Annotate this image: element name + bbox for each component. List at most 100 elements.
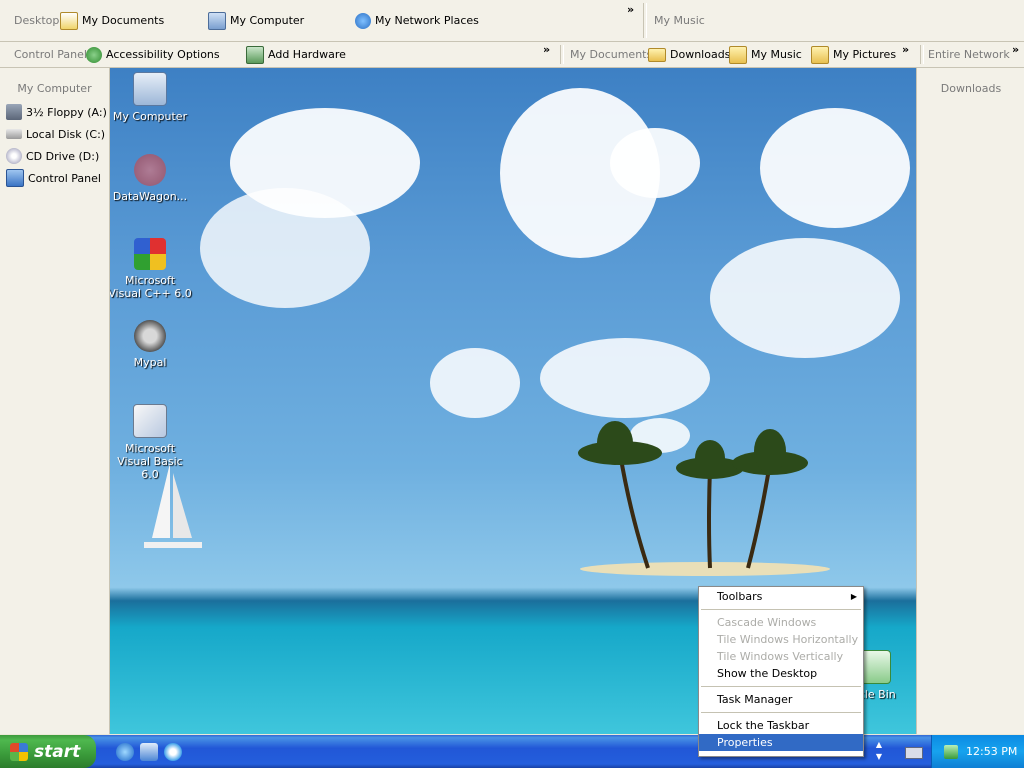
submenu-arrow-icon: ▶: [850, 592, 857, 601]
accessibility-icon: [86, 46, 102, 63]
toolbar-item-label: My Documents: [82, 14, 165, 27]
toolbar-item-my-computer[interactable]: My Computer: [208, 11, 305, 30]
taskbar: start ▲ ▼ 12:53 PM: [0, 735, 1024, 768]
toolbar-item-downloads[interactable]: Downloads: [648, 47, 731, 62]
wallpaper-cloud: [540, 338, 710, 418]
control-panel-toolbar-label[interactable]: Control Panel: [14, 48, 87, 61]
my-computer-icon: [208, 11, 226, 30]
menu-item-lock-taskbar[interactable]: Lock the Taskbar: [699, 717, 863, 734]
desktop-icon-label: Mypal: [133, 356, 167, 369]
menu-separator: [701, 686, 861, 687]
toolbar-item-add-hardware[interactable]: Add Hardware: [246, 45, 346, 64]
sidebar-item-control-panel[interactable]: Control Panel: [0, 167, 109, 189]
toolbar-item-label: Downloads: [670, 48, 731, 61]
desktop-icon-label: Microsoft Visual Basic 6.0: [117, 442, 183, 481]
visual-basic-icon: [133, 404, 167, 438]
left-sidebar-toolbar: My Computer 3½ Floppy (A:) Local Disk (C…: [0, 68, 110, 734]
network-tray-icon[interactable]: [944, 744, 958, 759]
desktop-icon-label: Microsoft Visual C++ 6.0: [110, 274, 192, 300]
visual-cpp-icon: [134, 238, 166, 270]
cd-drive-icon: [6, 148, 22, 164]
desktop-icon-mypal[interactable]: Mypal: [110, 320, 192, 369]
toolbar-item-network-places[interactable]: My Network Places: [355, 12, 479, 29]
entire-network-toolbar-label[interactable]: Entire Network: [928, 48, 1010, 61]
my-computer-icon: [133, 72, 167, 106]
wallpaper-palm-trees: [578, 421, 808, 569]
menu-item-task-manager[interactable]: Task Manager: [699, 691, 863, 708]
sidebar-item-label: CD Drive (D:): [26, 149, 100, 163]
menu-separator: [701, 712, 861, 713]
taskbar-context-menu: Toolbars ▶ Cascade Windows Tile Windows …: [698, 586, 864, 757]
toolbar-row2-overflow-chevron[interactable]: »: [543, 43, 550, 56]
desktop-icon-my-computer[interactable]: My Computer: [110, 72, 192, 123]
menu-item-show-desktop[interactable]: Show the Desktop: [699, 665, 863, 682]
taskbar-scroll-arrows[interactable]: ▲ ▼: [872, 739, 886, 765]
toolbar-item-label: My Computer: [230, 14, 305, 27]
menu-item-tile-horizontally: Tile Windows Horizontally: [717, 633, 859, 646]
pictures-folder-icon: [811, 45, 829, 64]
toolbar-item-label: My Pictures: [833, 48, 897, 61]
toolbar-item-label: Add Hardware: [268, 48, 346, 61]
toolbar-item-my-documents[interactable]: My Documents: [60, 11, 165, 30]
desktop-icon-label: DataWagon...: [112, 190, 188, 203]
windows-logo-icon: [10, 742, 28, 761]
start-button[interactable]: start: [0, 735, 96, 768]
sidebar-item-label: Control Panel: [28, 171, 101, 185]
network-places-icon: [355, 12, 371, 29]
desktop-icon-visual-basic[interactable]: Microsoft Visual Basic 6.0: [110, 404, 192, 481]
toolbar-item-label: Accessibility Options: [106, 48, 220, 61]
toolbar-row1-overflow-chevron[interactable]: »: [627, 3, 634, 16]
desktop-toolbar-label[interactable]: Desktop: [14, 14, 59, 27]
hard-disk-icon: [6, 129, 22, 139]
control-panel-icon: [6, 169, 24, 187]
toolbar-row-2: Control Panel Accessibility Options Add …: [0, 42, 1024, 68]
toolbar-item-my-music[interactable]: My Music: [729, 45, 802, 64]
clock[interactable]: 12:53 PM: [966, 745, 1017, 758]
menu-item-toolbars[interactable]: Toolbars ▶: [699, 588, 863, 605]
mypal-icon: [134, 320, 166, 352]
toolbar-item-label: My Network Places: [375, 14, 479, 27]
desktop-icon-label: My Computer: [112, 110, 188, 123]
start-label: start: [34, 741, 81, 762]
my-music-toolbar-label[interactable]: My Music: [654, 14, 705, 27]
my-documents-icon: [60, 11, 78, 30]
toolbar-item-my-pictures[interactable]: My Pictures: [811, 45, 897, 64]
toolbar-item-label: My Music: [751, 48, 802, 61]
keyboard-icon[interactable]: [905, 747, 923, 759]
wallpaper-cloud: [200, 188, 370, 308]
my-documents-toolbar-label[interactable]: My Documents: [570, 48, 652, 61]
wallpaper-cloud: [430, 348, 520, 418]
sidebar-item-label: Local Disk (C:): [26, 127, 106, 141]
folder-icon: [648, 47, 666, 62]
sidebar-item-local-disk[interactable]: Local Disk (C:): [0, 123, 109, 145]
datawagon-icon: [134, 154, 166, 186]
quick-launch-bar: [116, 743, 182, 761]
menu-item-properties[interactable]: Properties: [699, 734, 863, 751]
menu-item-cascade-windows: Cascade Windows: [717, 616, 817, 629]
add-hardware-icon: [246, 45, 264, 64]
desktop-icon-datawagon[interactable]: DataWagon...: [110, 154, 192, 203]
toolbar-row2-overflow-chevron-2[interactable]: »: [902, 43, 909, 56]
wallpaper-cloud: [610, 128, 700, 198]
media-player-icon[interactable]: [164, 743, 182, 761]
toolbar-row2-overflow-chevron-3[interactable]: »: [1012, 43, 1019, 56]
toolbar-item-accessibility[interactable]: Accessibility Options: [86, 46, 220, 63]
wallpaper-cloud: [710, 238, 900, 358]
menu-item-tile-vertically: Tile Windows Vertically: [717, 650, 844, 663]
right-sidebar-title[interactable]: Downloads: [917, 68, 1024, 95]
wallpaper-cloud: [760, 108, 910, 228]
sidebar-item-cd-drive[interactable]: CD Drive (D:): [0, 145, 109, 167]
menu-separator: [701, 609, 861, 610]
floppy-icon: [6, 104, 22, 120]
left-sidebar-title[interactable]: My Computer: [0, 68, 109, 101]
right-sidebar-toolbar: Downloads: [916, 68, 1024, 734]
outlook-express-icon[interactable]: [140, 743, 158, 761]
menu-item-label: Toolbars: [717, 590, 763, 603]
sidebar-item-label: 3½ Floppy (A:): [26, 105, 107, 119]
ie-icon[interactable]: [116, 743, 134, 761]
sidebar-item-floppy[interactable]: 3½ Floppy (A:): [0, 101, 109, 123]
toolbar-row-1: Desktop My Documents My Computer My Netw…: [0, 0, 1024, 42]
desktop-icon-visual-cpp[interactable]: Microsoft Visual C++ 6.0: [110, 238, 192, 300]
music-folder-icon: [729, 45, 747, 64]
system-tray: 12:53 PM: [931, 735, 1024, 768]
